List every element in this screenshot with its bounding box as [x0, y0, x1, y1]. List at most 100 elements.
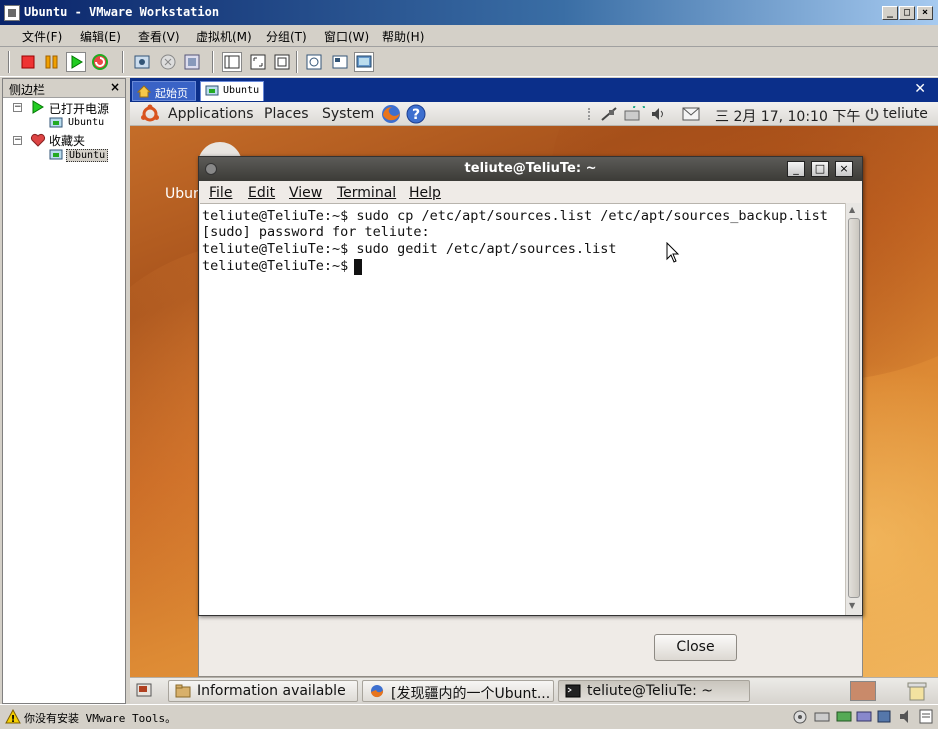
- terminal-cursor: [354, 259, 362, 275]
- window-titlebar: Ubuntu - VMware Workstation _ □ ×: [0, 0, 938, 26]
- taskbar-item-label: [发现疆内的一个Ubunt...: [391, 686, 551, 702]
- terminal-screen[interactable]: teliute@TeliuTe:~$ sudo cp /etc/apt/sour…: [200, 203, 845, 615]
- terminal-menu-file[interactable]: File: [209, 185, 232, 201]
- menu-window[interactable]: 窗口(W): [324, 28, 369, 45]
- sidebar-item-favorites[interactable]: 收藏夹: [49, 132, 85, 149]
- sidebar-item-powered-on[interactable]: 已打开电源: [49, 100, 109, 117]
- scroll-up-icon[interactable]: ▲: [849, 205, 855, 214]
- menu-vm[interactable]: 虚拟机(M): [196, 28, 252, 45]
- terminal-window: teliute@TeliuTe: ~ _ □ × File Edit View …: [198, 156, 863, 616]
- trash-icon[interactable]: [906, 681, 928, 701]
- menu-file[interactable]: 文件(F): [22, 28, 62, 45]
- vm-icon: [205, 85, 219, 98]
- desktop-icon-label[interactable]: Ubun: [165, 186, 202, 202]
- vm-icon: [49, 149, 63, 161]
- appliance-view-icon[interactable]: [330, 52, 350, 72]
- terminal-scrollbar[interactable]: ▲ ▼: [845, 203, 861, 615]
- gnome-menu-system[interactable]: System: [322, 106, 374, 122]
- shutdown-icon[interactable]: [865, 107, 879, 121]
- tab-close-icon[interactable]: ✕: [914, 81, 926, 97]
- close-button[interactable]: ×: [917, 6, 933, 20]
- menu-help[interactable]: 帮助(H): [382, 28, 424, 45]
- sidebar-item-ubuntu[interactable]: Ubuntu: [68, 117, 104, 128]
- taskbar-item-terminal[interactable]: teliute@TeliuTe: ~: [558, 680, 750, 702]
- sidebar-item-ubuntu-favorite[interactable]: Ubuntu: [66, 149, 109, 162]
- sound-icon[interactable]: [898, 709, 914, 724]
- network-icon[interactable]: [600, 106, 618, 122]
- firefox-icon[interactable]: [380, 103, 402, 125]
- snapshot-manager-icon[interactable]: [182, 52, 202, 72]
- power-off-icon[interactable]: [18, 52, 38, 72]
- message-log-icon[interactable]: [918, 709, 934, 724]
- menu-team[interactable]: 分组(T): [266, 28, 307, 45]
- cdrom-icon[interactable]: [856, 709, 872, 724]
- reset-icon[interactable]: [90, 52, 110, 72]
- quick-switch-icon[interactable]: [248, 52, 268, 72]
- terminal-menu-help[interactable]: Help: [409, 185, 441, 201]
- revert-snapshot-icon[interactable]: [158, 52, 178, 72]
- vm-devices-icon[interactable]: [792, 709, 808, 724]
- usb-icon[interactable]: [876, 709, 892, 724]
- terminal-menu-terminal[interactable]: Terminal: [337, 185, 396, 201]
- favorites-expander[interactable]: −: [13, 136, 22, 145]
- toolbar-separator: [122, 51, 124, 73]
- hard-disk-icon[interactable]: [814, 709, 830, 724]
- dialog-close-button[interactable]: Close: [654, 634, 737, 661]
- taskbar-item-firefox[interactable]: [发现疆内的一个Ubunt...: [362, 680, 554, 702]
- volume-icon[interactable]: [650, 106, 666, 122]
- toolbar-separator: [212, 51, 214, 73]
- terminal-titlebar[interactable]: teliute@TeliuTe: ~ _ □ ×: [199, 157, 862, 181]
- sidebar-close-icon[interactable]: ×: [110, 80, 120, 94]
- sidebar-header: 侧边栏 ×: [3, 79, 125, 98]
- fullscreen-icon[interactable]: [272, 52, 292, 72]
- terminal-maximize-button[interactable]: □: [811, 161, 829, 177]
- taskbar-item-label: Information available: [197, 683, 346, 699]
- terminal-menu-view[interactable]: View: [289, 185, 322, 201]
- show-sidebar-icon[interactable]: [222, 52, 242, 72]
- svg-text:?: ?: [412, 107, 420, 123]
- tab-home-label: 起始页: [155, 87, 188, 100]
- terminal-title: teliute@TeliuTe: ~: [464, 161, 597, 176]
- status-message: 你没有安装 VMware Tools。: [24, 712, 177, 725]
- console-view-icon[interactable]: [354, 52, 374, 72]
- help-icon[interactable]: ?: [405, 103, 427, 125]
- gnome-menu-places[interactable]: Places: [264, 106, 309, 122]
- menu-edit[interactable]: 编辑(E): [80, 28, 121, 45]
- taskbar-item-information[interactable]: Information available: [168, 680, 358, 702]
- menu-view[interactable]: 查看(V): [138, 28, 180, 45]
- terminal-menubar: File Edit View Terminal Help: [199, 181, 862, 203]
- window-title: Ubuntu - VMware Workstation: [24, 5, 220, 19]
- tab-ubuntu[interactable]: Ubuntu: [200, 81, 264, 101]
- toolbar-separator: [296, 51, 298, 73]
- user-name[interactable]: teliute: [883, 106, 928, 122]
- tab-home[interactable]: 起始页: [132, 81, 196, 101]
- maximize-button[interactable]: □: [899, 6, 915, 20]
- terminal-line: teliute@TeliuTe:~$: [202, 258, 357, 274]
- vm-icon: [49, 117, 63, 129]
- clock[interactable]: 三 2月 17, 10:10 下午: [715, 106, 860, 126]
- network-adapter-icon[interactable]: [836, 709, 852, 724]
- mail-icon[interactable]: [682, 107, 700, 121]
- snapshot-icon[interactable]: [132, 52, 152, 72]
- guest-desktop[interactable]: Applications Places System ? 三 2月 17, 10…: [130, 102, 938, 677]
- show-desktop-icon[interactable]: [136, 683, 152, 697]
- powered-on-expander[interactable]: −: [13, 103, 22, 112]
- menu-bar: 文件(F) 编辑(E) 查看(V) 虚拟机(M) 分组(T) 窗口(W) 帮助(…: [0, 25, 938, 47]
- update-notifier-icon[interactable]: [624, 102, 646, 122]
- suspend-icon[interactable]: [42, 52, 62, 72]
- gnome-menu-applications[interactable]: Applications: [168, 106, 254, 122]
- terminal-close-button[interactable]: ×: [835, 161, 853, 177]
- vmware-app-icon: [4, 5, 20, 21]
- mouse-pointer-icon: [666, 241, 680, 264]
- folder-icon: [175, 684, 191, 698]
- tab-bar: 起始页 Ubuntu ✕: [130, 78, 938, 102]
- scrollbar-thumb[interactable]: [848, 218, 860, 598]
- power-on-icon[interactable]: [66, 52, 86, 72]
- scroll-down-icon[interactable]: ▼: [849, 601, 855, 610]
- workspace-switcher[interactable]: [850, 681, 876, 701]
- summary-view-icon[interactable]: [304, 52, 324, 72]
- minimize-button[interactable]: _: [882, 6, 898, 20]
- terminal-minimize-button[interactable]: _: [787, 161, 805, 177]
- dialog-window: Close: [198, 616, 863, 677]
- terminal-menu-edit[interactable]: Edit: [248, 185, 275, 201]
